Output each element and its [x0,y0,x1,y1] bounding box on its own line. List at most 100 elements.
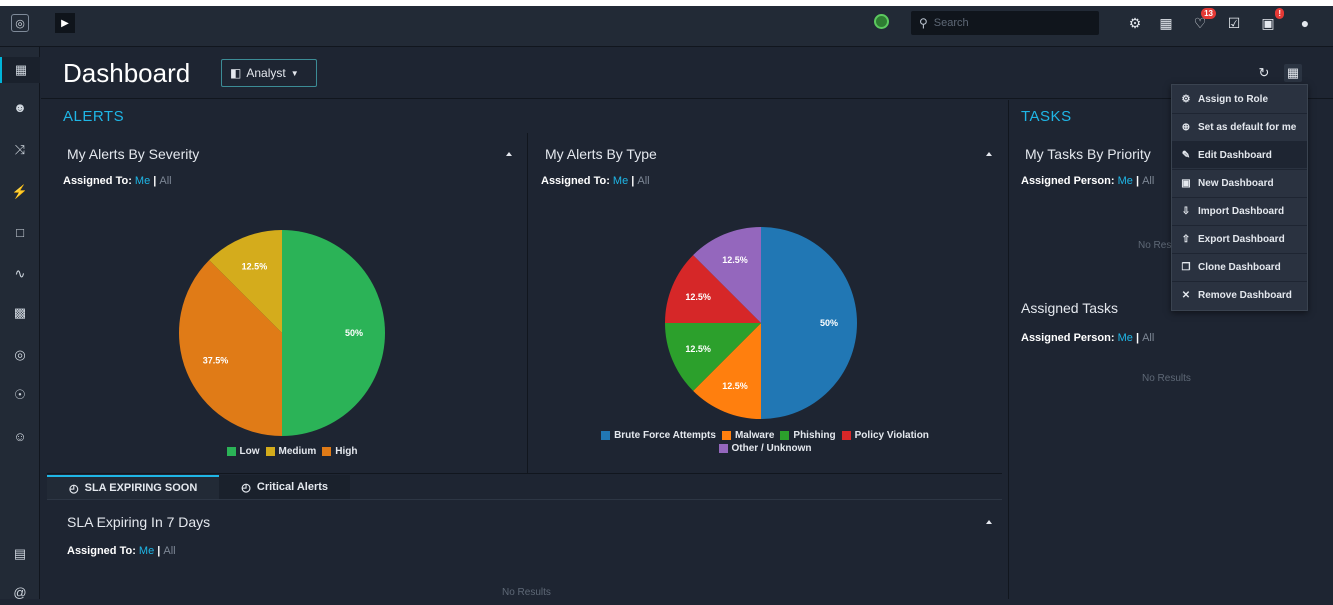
alerts-section-title: ALERTS [63,108,125,125]
menu-item-remove-dashboard[interactable]: ✕ Remove Dashboard [1172,282,1307,308]
type-legend: Brute Force Attempts Malware Phishing Polic… [580,430,950,454]
top-strip [0,0,1333,6]
menu-item-set-as-default-for-me[interactable]: ⊕ Set as default for me [1172,114,1307,140]
layout-icon: ◧ [230,66,242,80]
menu-item-new-dashboard[interactable]: ▣ New Dashboard [1172,170,1307,196]
menu-separator [1172,197,1307,198]
pie-label-policy-violation: 12.5% [685,292,711,302]
target-icon[interactable]: ◎ [0,342,40,368]
sla-no-results: No Results [502,587,551,598]
pie-label-medium: 12.5% [242,261,268,271]
sla-panel-title: SLA Expiring In 7 Days [67,514,211,530]
filter-me-link[interactable]: Me [1118,332,1133,344]
legend-swatch [721,431,731,440]
dashboard-view-select[interactable]: ◧ Analyst ▼ [221,59,317,87]
pie-label-phishing: 12.5% [685,344,711,354]
dashboard-icon[interactable]: ▦ [0,57,40,83]
briefcase-icon[interactable]: □ [0,219,40,245]
search-input[interactable] [933,17,1084,29]
priority-assigned-filter: Assigned Person: Me | All [1021,175,1154,187]
menu-item-assign-to-role[interactable]: ⚙ Assign to Role [1172,86,1307,112]
legend-item-medium[interactable]: Medium [265,446,316,457]
filter-me-link[interactable]: Me [139,545,154,557]
legend-swatch [780,431,790,440]
assigned-label: Assigned To: [541,175,610,187]
menu-item-label: Edit Dashboard [1198,149,1272,161]
menu-item-edit-dashboard[interactable]: ✎ Edit Dashboard [1172,142,1307,168]
user-icon[interactable]: ● [1295,12,1315,34]
help-icon[interactable]: ☉ [0,382,40,408]
collapse-type-icon[interactable] [986,152,992,156]
legend-swatch [841,431,851,440]
legend-item-phishing[interactable]: Phishing [780,430,836,441]
menu-toggle-button[interactable]: ▶ [55,13,75,33]
at-icon[interactable]: @ [0,579,40,605]
chart-icon[interactable]: ∿ [0,261,40,287]
bolt-icon[interactable]: ⚡ [0,179,40,205]
task-check-icon[interactable]: ☑ [1224,12,1244,34]
filter-separator: | [1135,332,1140,344]
severity-legend: Low Medium High [222,446,362,457]
filter-separator: | [153,175,157,187]
network-icon[interactable]: ▦ [1156,12,1176,34]
page-title: Dashboard [63,58,191,88]
tab-sla-expiring-soon[interactable]: ◴ SLA EXPIRING SOON [47,475,220,499]
shuffle-icon[interactable]: ⤨ [0,137,40,163]
clipboard-icon[interactable]: ▤ [0,541,40,567]
filter-me-link[interactable]: Me [1118,175,1133,187]
export-icon: ⇧ [1181,233,1191,245]
remove-icon: ✕ [1181,289,1191,301]
pie-slice-low[interactable] [282,230,385,436]
legend-item-high[interactable]: High [322,446,358,457]
tab-critical-alerts[interactable]: ◴ Critical Alerts [219,475,351,499]
legend-item-brute-force-attempts[interactable]: Brute Force Attempts [601,430,716,441]
legend-swatch [226,447,236,456]
tasks-priority-title: My Tasks By Priority [1025,146,1151,162]
search-box[interactable]: ⚲ [911,11,1099,35]
clock-icon: ◴ [241,481,251,494]
pie-label-high: 37.5% [203,356,229,366]
pie-label-brute-force-attempts: 50% [820,318,838,328]
refresh-icon[interactable]: ↻ [1255,64,1273,82]
assigned-label: Assigned Person: [1021,332,1115,344]
menu-separator [1172,281,1307,282]
menu-item-export-dashboard[interactable]: ⇧ Export Dashboard [1172,226,1307,252]
apps-icon[interactable]: ▩ [0,300,40,326]
pie-label-other-unknown: 12.5% [722,255,748,265]
side-navigation: ▦ ☻ ⤨ ⚡ □ ∿ ▩ ◎ ☉ ☺ ▤ @ [0,47,40,600]
filter-all-link[interactable]: All [1142,332,1154,344]
menu-item-clone-dashboard[interactable]: ❐ Clone Dashboard [1172,254,1307,280]
screen-alert-icon[interactable]: ▣! [1258,8,1284,34]
legend-item-policy-violation[interactable]: Policy Violation [841,430,929,441]
status-indicator-icon[interactable] [874,14,889,29]
assigned-tasks-no-results: No Results [1142,373,1191,384]
team-icon[interactable]: ☻ [0,94,40,120]
legend-label: Phishing [793,430,836,441]
bell-icon[interactable]: ♡ 13 [1190,8,1216,34]
filter-separator: | [631,175,635,187]
filter-me-link[interactable]: Me [135,175,150,187]
assigned-label: Assigned Person: [1021,175,1115,187]
legend-item-malware[interactable]: Malware [721,430,774,441]
pie-slice-brute-force-attempts[interactable] [761,227,857,419]
legend-item-low[interactable]: Low [226,446,260,457]
settings-icon[interactable]: ⚙ [1125,12,1145,34]
people-icon[interactable]: ☺ [0,423,40,449]
legend-item-other-unknown[interactable]: Other / Unknown [718,443,812,454]
tab-label: Critical Alerts [256,481,329,493]
app-logo-icon[interactable]: ◎ [11,14,29,32]
menu-item-label: Export Dashboard [1198,233,1285,245]
filter-all-link[interactable]: All [1142,175,1154,187]
legend-swatch [718,444,728,453]
filter-me-link[interactable]: Me [613,175,628,187]
menu-item-label: Import Dashboard [1198,205,1285,217]
filter-all-link[interactable]: All [159,175,171,187]
tasks-section-title: TASKS [1021,108,1072,125]
menu-item-import-dashboard[interactable]: ⇩ Import Dashboard [1172,198,1307,224]
filter-all-link[interactable]: All [637,175,649,187]
collapse-severity-icon[interactable] [506,152,512,156]
row-divider [47,473,1002,474]
dashboard-settings-icon[interactable]: ▦ [1284,64,1302,82]
filter-all-link[interactable]: All [163,545,175,557]
collapse-sla-icon[interactable] [986,520,992,524]
